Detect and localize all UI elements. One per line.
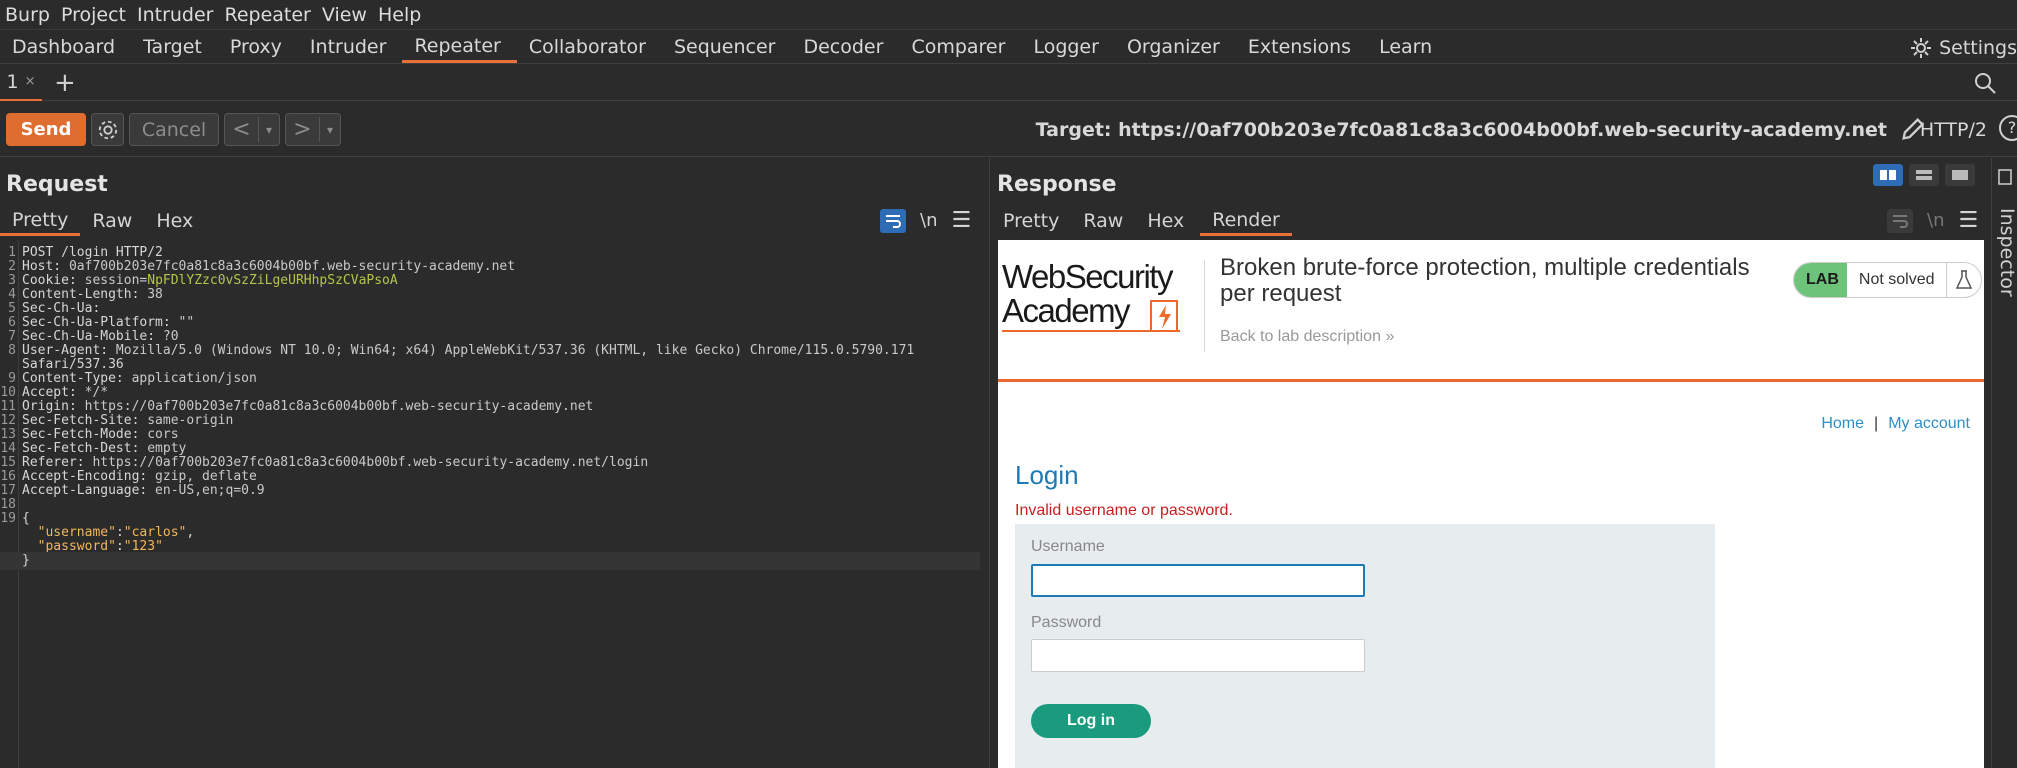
layout-options (1873, 164, 1975, 186)
search-icon[interactable] (1973, 71, 1997, 95)
send-button[interactable]: Send (6, 113, 86, 146)
chevron-right-icon: > (286, 117, 320, 142)
request-panel: Request Pretty Raw Hex \n ☰ 1 POST /login… (0, 158, 990, 768)
password-input[interactable] (1031, 639, 1365, 672)
response-title: Response (997, 172, 1117, 197)
line-text: } (22, 553, 30, 568)
lab-title: Broken brute-force protection, multiple … (1220, 254, 1750, 307)
login-button[interactable]: Log in (1031, 704, 1151, 738)
home-link[interactable]: Home (1821, 415, 1864, 432)
header-divider (1204, 260, 1205, 352)
response-tab-render[interactable]: Render (1200, 206, 1292, 236)
repeater-tab-1[interactable]: 1 × (0, 65, 42, 101)
show-newlines-icon[interactable]: \n (920, 210, 937, 231)
response-tab-pretty[interactable]: Pretty (991, 206, 1071, 236)
password-label: Password (1031, 614, 1102, 631)
menu-view[interactable]: View (317, 4, 373, 26)
wrap-lines-icon[interactable] (1887, 208, 1913, 233)
request-toolbar: Send Cancel < ▾ > ▾ Target: https://0af7… (0, 101, 2017, 157)
settings-button[interactable]: Settings (1909, 31, 2017, 64)
tab-dashboard[interactable]: Dashboard (0, 31, 131, 63)
my-account-link[interactable]: My account (1888, 415, 1970, 432)
login-form: Username Password Log in (1015, 524, 1715, 768)
inspector-panel[interactable]: Inspector (1991, 158, 2017, 768)
request-view-options: \n ☰ (880, 208, 971, 233)
rendered-page: WebSecurity Academy Broken brute-force p… (998, 240, 1984, 768)
history-back-button[interactable]: < ▾ (224, 113, 280, 146)
lab-label: LAB (1794, 263, 1847, 297)
layout-stacked-icon[interactable] (1909, 164, 1939, 186)
menu-burp[interactable]: Burp (0, 4, 56, 26)
chevron-down-icon[interactable]: ▾ (320, 123, 340, 137)
menu-intruder[interactable]: Intruder (132, 4, 220, 26)
error-message: Invalid username or password. (1015, 502, 1233, 519)
gear-icon (1911, 37, 1932, 58)
layout-tabbed-icon[interactable] (1945, 164, 1975, 186)
lab-header: WebSecurity Academy Broken brute-force p… (998, 240, 1984, 382)
request-tab-raw[interactable]: Raw (80, 206, 144, 236)
tab-extensions[interactable]: Extensions (1236, 31, 1367, 63)
menu-bar: Burp Project Intruder Repeater View Help (0, 0, 2017, 30)
username-input[interactable] (1031, 564, 1365, 597)
history-forward-button[interactable]: > ▾ (285, 113, 341, 146)
response-tab-hex[interactable]: Hex (1135, 206, 1196, 236)
tab-sequencer[interactable]: Sequencer (662, 31, 792, 63)
chevron-left-icon: < (225, 117, 259, 142)
repeater-tabs: 1 × + (0, 65, 2017, 101)
username-label: Username (1031, 538, 1105, 555)
lab-status: Not solved (1847, 263, 1948, 297)
inspector-icon[interactable] (1997, 168, 2013, 186)
target-url: Target: https://0af700b203e7fc0a81c8a3c6… (1035, 119, 1887, 141)
close-icon[interactable]: × (25, 74, 36, 89)
inspector-label: Inspector (1996, 208, 2017, 297)
tab-proxy[interactable]: Proxy (218, 31, 298, 63)
request-tab-pretty[interactable]: Pretty (0, 206, 81, 236)
tab-repeater[interactable]: Repeater (402, 31, 517, 63)
request-editor[interactable]: 1 POST /login HTTP/2 2 Host: 0af700b203e7fc… (0, 240, 990, 768)
tab-decoder[interactable]: Decoder (791, 31, 899, 63)
layout-side-by-side-icon[interactable] (1873, 164, 1903, 186)
response-panel: Response Pretty Raw Hex Render \n ☰ WebS… (991, 158, 1991, 768)
add-tab-icon[interactable]: + (54, 68, 76, 98)
show-newlines-icon[interactable]: \n (1927, 210, 1944, 231)
lab-status-badge: LAB Not solved (1793, 262, 1983, 298)
repeater-tab-label: 1 (6, 70, 19, 93)
tab-intruder[interactable]: Intruder (298, 31, 403, 63)
menu-icon[interactable]: ☰ (951, 208, 971, 233)
gear-icon (98, 120, 117, 139)
protocol-label[interactable]: HTTP/2 (1920, 119, 1987, 141)
wrap-lines-icon[interactable] (880, 208, 906, 233)
chevron-right-icon: » (1385, 328, 1395, 345)
flask-icon (1947, 263, 1981, 297)
chevron-down-icon[interactable]: ▾ (259, 123, 279, 137)
request-tab-hex[interactable]: Hex (144, 206, 205, 236)
tab-collaborator[interactable]: Collaborator (517, 31, 662, 63)
response-view-options: \n ☰ (1887, 208, 1978, 233)
page-title: Login (1015, 460, 1079, 490)
menu-help[interactable]: Help (373, 4, 427, 26)
request-title: Request (6, 172, 108, 197)
send-options-button[interactable] (91, 113, 124, 146)
response-tab-raw[interactable]: Raw (1071, 206, 1135, 236)
back-to-lab-link[interactable]: Back to lab description » (1220, 328, 1394, 346)
logo-underline (1002, 330, 1180, 332)
menu-repeater[interactable]: Repeater (219, 4, 316, 26)
tab-learn[interactable]: Learn (1367, 31, 1448, 63)
menu-project[interactable]: Project (56, 4, 132, 26)
tool-tabs: Dashboard Target Proxy Intruder Repeater… (0, 31, 2017, 64)
menu-icon[interactable]: ☰ (1958, 208, 1978, 233)
request-line: } (0, 552, 980, 570)
tab-organizer[interactable]: Organizer (1115, 31, 1236, 63)
site-nav: Home | My account (1821, 415, 1970, 432)
request-view-tabs: Pretty Raw Hex (0, 206, 205, 236)
response-view-tabs: Pretty Raw Hex Render (991, 206, 1292, 236)
tab-comparer[interactable]: Comparer (899, 31, 1021, 63)
tab-target[interactable]: Target (131, 31, 218, 63)
cancel-button[interactable]: Cancel (129, 113, 219, 146)
tab-logger[interactable]: Logger (1021, 31, 1115, 63)
settings-label: Settings (1939, 36, 2017, 59)
logo-bolt-icon (1150, 300, 1178, 332)
help-icon[interactable]: ? (1999, 115, 2017, 141)
